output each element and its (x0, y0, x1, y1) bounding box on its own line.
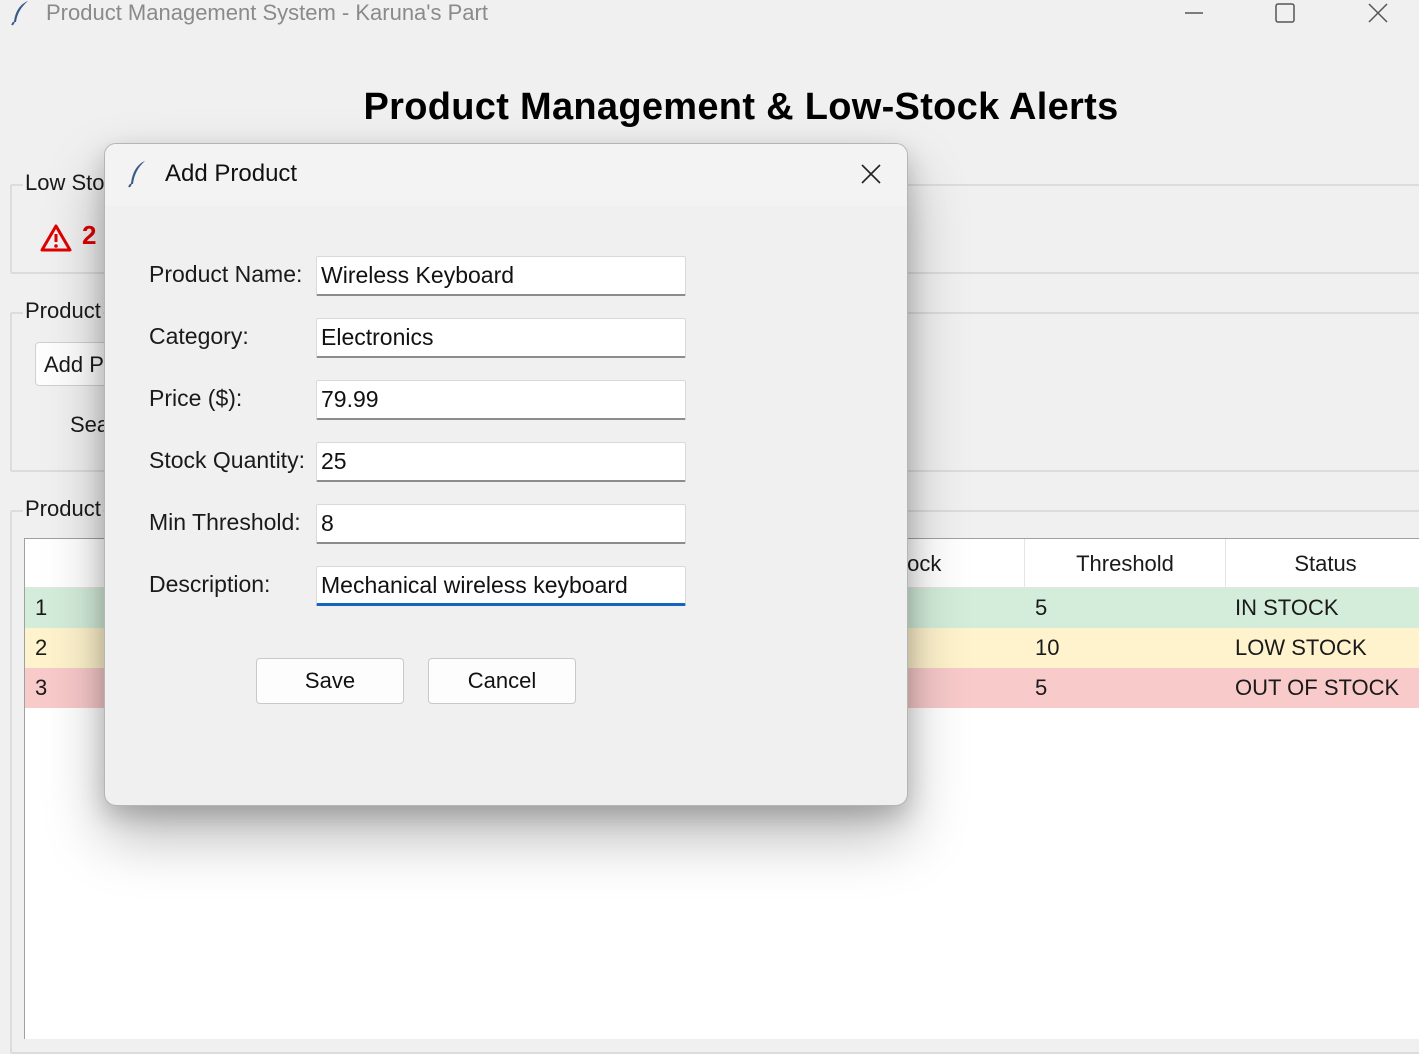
close-button[interactable] (1355, 0, 1401, 26)
row-id: 1 (35, 595, 48, 620)
dialog-title-bar: Add Product (105, 144, 907, 206)
column-header-threshold[interactable]: Threshold (1024, 539, 1225, 587)
maximize-button[interactable] (1262, 0, 1308, 26)
min-threshold-label: Min Threshold: (149, 509, 301, 535)
row-status: IN STOCK (1235, 595, 1339, 620)
dialog-close-button[interactable] (853, 158, 889, 190)
warning-icon (40, 224, 72, 252)
feather-icon (128, 161, 145, 188)
minimize-icon (1185, 12, 1203, 14)
window-title: Product Management System - Karuna's Par… (46, 0, 488, 25)
price-label: Price ($): (149, 385, 243, 411)
dialog-title: Add Product (165, 160, 298, 187)
row-status: OUT OF STOCK (1235, 675, 1400, 700)
feather-icon (11, 1, 28, 26)
maximize-icon (1275, 3, 1295, 23)
stock-quantity-label: Stock Quantity: (149, 447, 305, 473)
product-name-field[interactable] (316, 256, 686, 296)
description-field[interactable] (316, 566, 686, 606)
row-threshold: 5 (1035, 595, 1048, 620)
close-icon (1368, 3, 1388, 23)
description-label: Description: (149, 571, 271, 597)
row-status: LOW STOCK (1235, 635, 1367, 660)
add-product-dialog: Add Product Product Name: Category: Pric… (104, 143, 908, 806)
column-header-status[interactable]: Status (1225, 539, 1419, 587)
product-list-frame-label: Product (23, 496, 103, 522)
min-threshold-field[interactable] (316, 504, 686, 544)
row-threshold: 10 (1035, 635, 1060, 660)
price-field[interactable] (316, 380, 686, 420)
product-name-label: Product Name: (149, 261, 303, 287)
stock-quantity-field[interactable] (316, 442, 686, 482)
row-id: 2 (35, 635, 48, 660)
cancel-button[interactable]: Cancel (428, 658, 576, 704)
minimize-button[interactable] (1171, 0, 1217, 26)
close-icon (861, 164, 881, 184)
title-bar: Product Management System - Karuna's Par… (0, 0, 1419, 40)
page-title: Product Management & Low-Stock Alerts (363, 86, 1119, 128)
category-field[interactable] (316, 318, 686, 358)
save-button[interactable]: Save (256, 658, 404, 704)
row-threshold: 5 (1035, 675, 1048, 700)
low-stock-frame-label: Low Sto (23, 170, 107, 196)
main-window: Product Management System - Karuna's Par… (0, 0, 1419, 1054)
product-operations-frame-label: Product (23, 298, 103, 324)
low-stock-count: 2 (82, 220, 97, 250)
category-label: Category: (149, 323, 249, 349)
row-id: 3 (35, 675, 48, 700)
